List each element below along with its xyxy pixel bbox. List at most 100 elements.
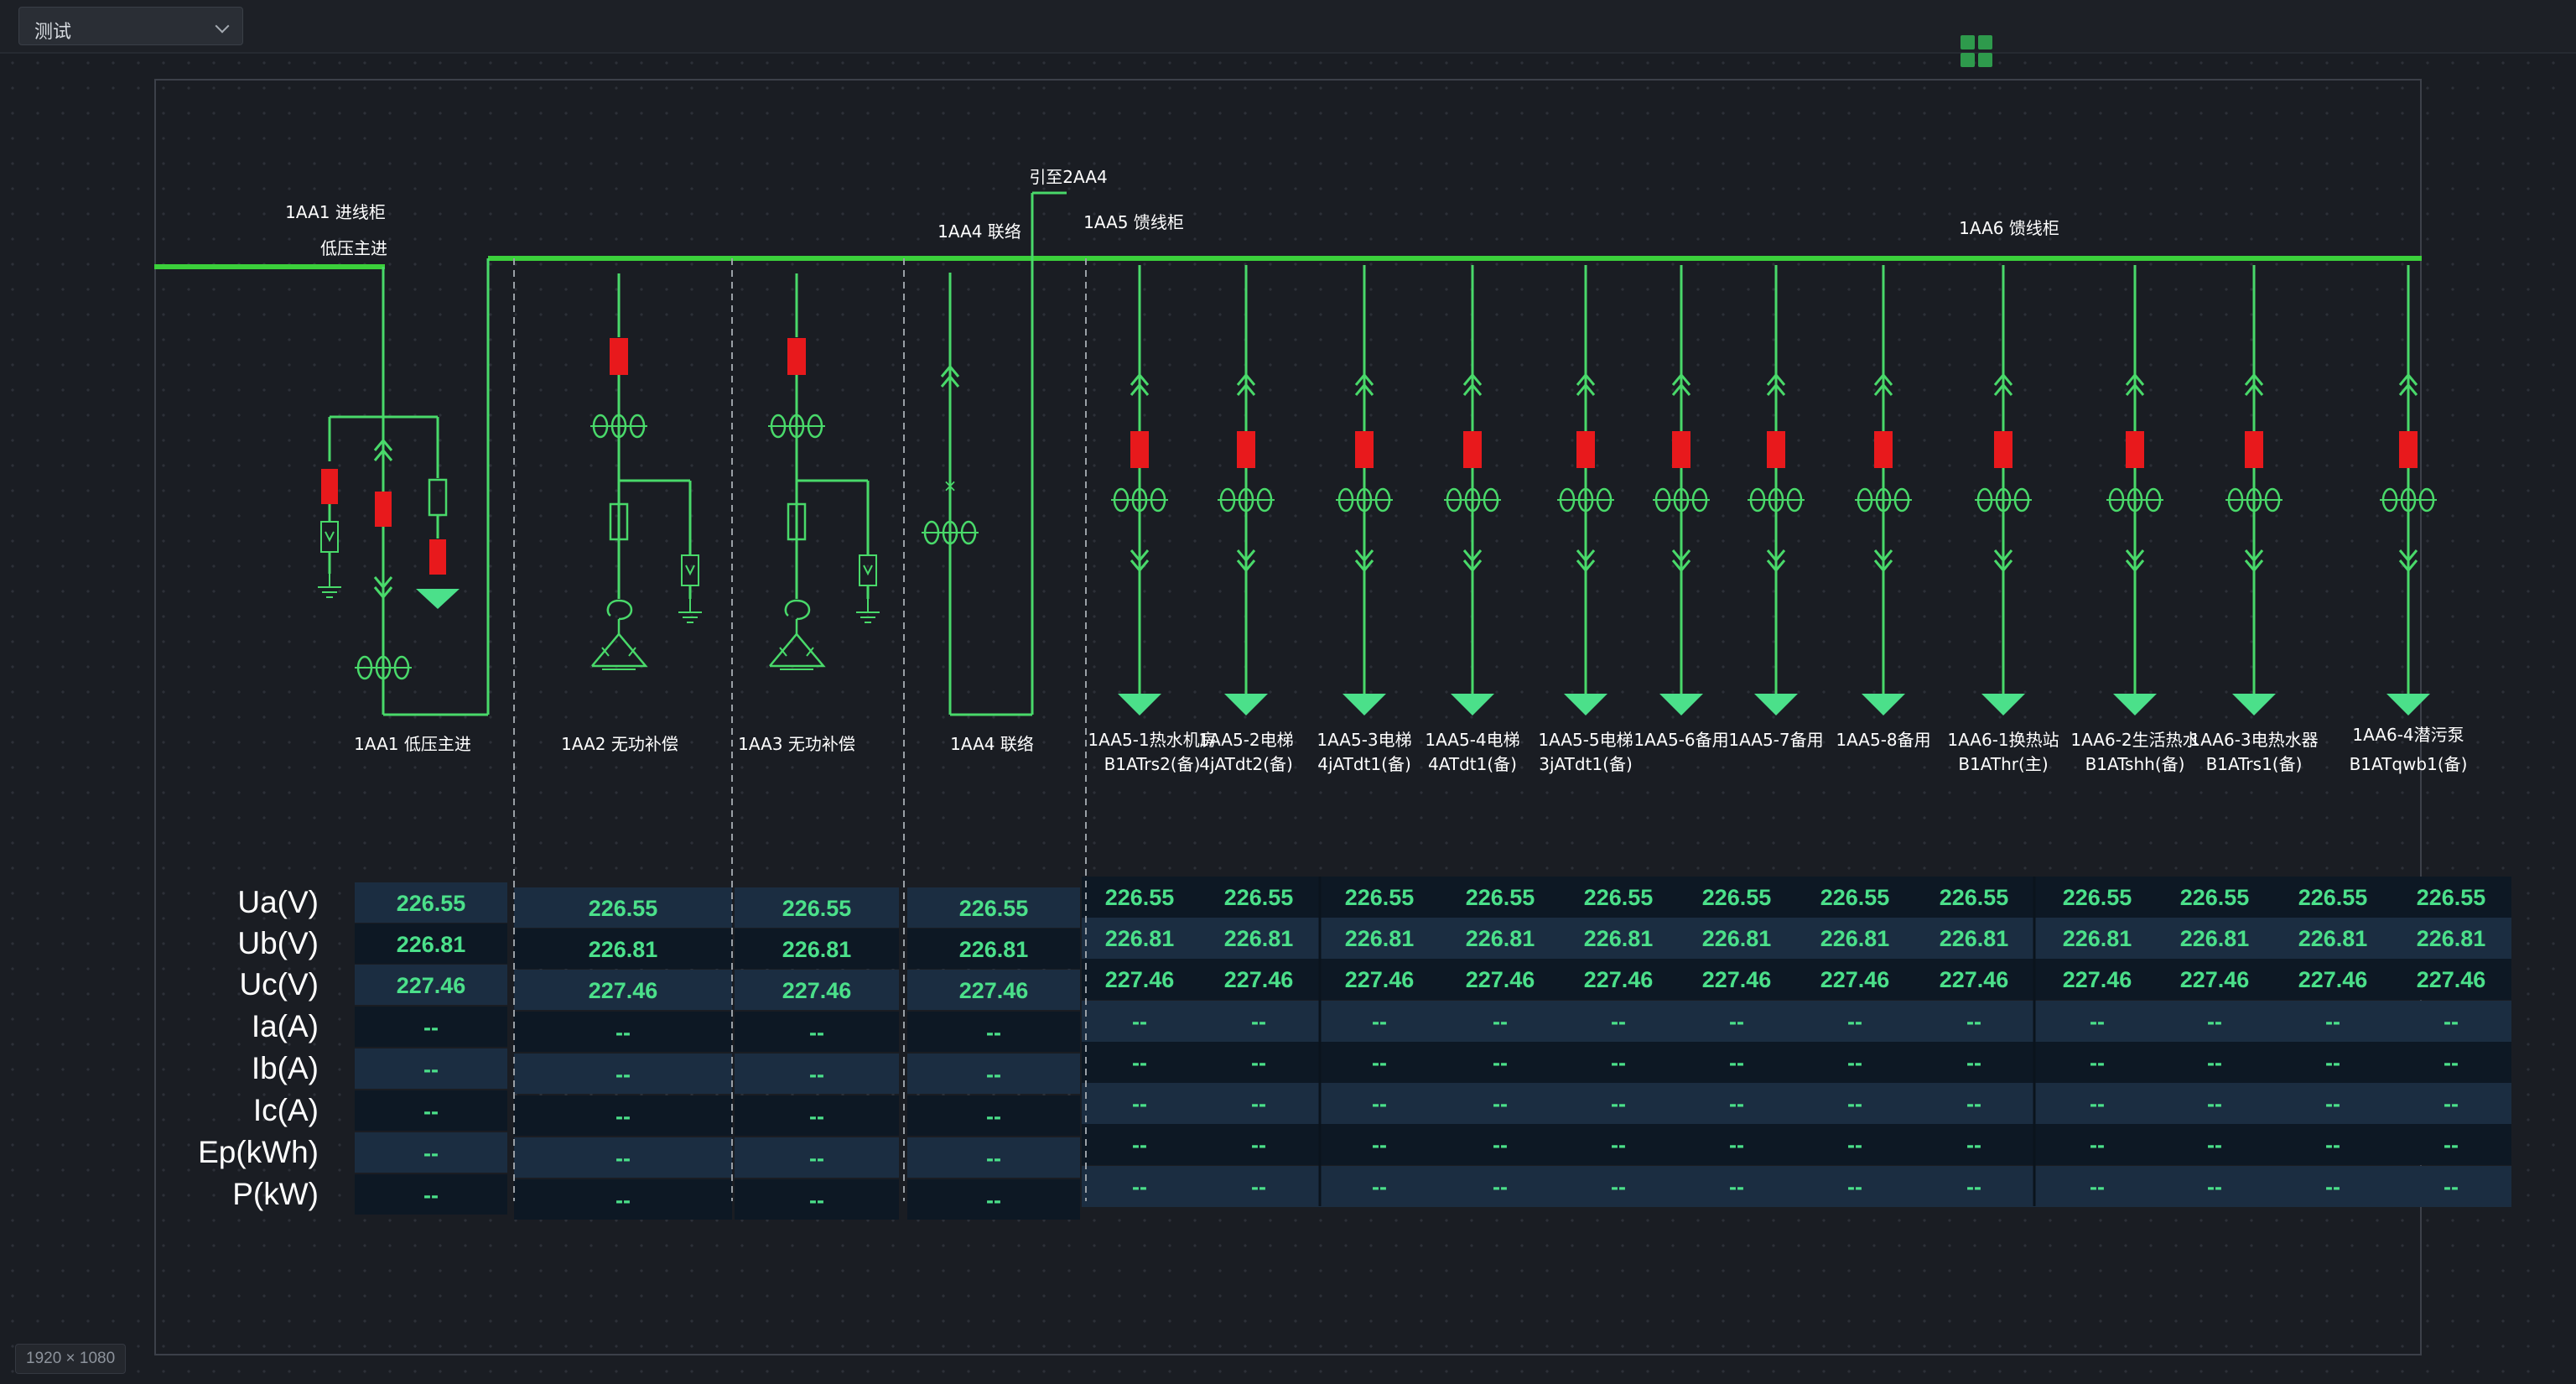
table-cell: -- [1132,1174,1147,1199]
table-cell: -- [2207,1174,2222,1199]
feeder-sublabel: B1ATrs1(备) [2206,754,2303,774]
table-cell: -- [1132,1009,1147,1034]
feeder-cabinet-1aa6-label: 1AA6 馈线柜 [1959,218,2059,238]
table-cell: 226.81 [1466,926,1535,951]
table-cell: -- [986,1104,1001,1129]
table-cell: -- [423,1141,439,1166]
table-cell: 227.46 [397,973,466,998]
table-cell: -- [1132,1091,1147,1116]
table-cell: -- [2090,1174,2105,1199]
feeder-sublabel: 4jATdt1(备) [1317,754,1411,774]
breaker-icon [1994,431,2012,468]
table-cell: -- [1611,1009,1626,1034]
arrester-icon [325,531,335,543]
feeder-sublabel: B1ATqwb1(备) [2350,754,2468,774]
table-cell: -- [2207,1132,2222,1158]
table-cell: 227.46 [2063,967,2132,992]
feeder-label: 1AA6-3电热水器 [2189,730,2318,750]
table-cell: -- [2444,1009,2459,1034]
single-line-diagram: Ua(V) Ub(V) Uc(V) Ia(A) Ib(A) Ic(A) Ep(kWh) P(k… [154,167,2511,1220]
breaker-icon [1355,431,1374,468]
feeder-label: 1AA5-6备用 [1633,730,1728,750]
table-cell: -- [1251,1009,1266,1034]
table-cell: -- [1372,1050,1387,1075]
table-cell: 227.46 [589,978,658,1003]
table-cell: 226.81 [1105,926,1175,951]
row-label: P(kW) [232,1177,319,1211]
table-cell: 226.55 [959,896,1029,921]
load-arrow-icon [1343,694,1386,715]
table-cell: 226.81 [1820,926,1890,951]
feeder-row-band [1082,1166,2511,1207]
table-cell: -- [2207,1050,2222,1075]
table-cell: 226.55 [782,896,852,921]
feeder-row-band [1082,1001,2511,1042]
table-cell: -- [809,1104,824,1129]
table-cell: -- [2090,1132,2105,1158]
feeder-sublabel: B1ATshh(备) [2085,754,2185,774]
table-cell: -- [423,1183,439,1208]
breaker-icon [610,338,628,375]
load-arrow-icon [1754,694,1798,715]
table-cell: -- [1251,1091,1266,1116]
feeder-sublabel: 4ATdt1(备) [1428,754,1517,774]
feeder-sublabel: 3jATdt1(备) [1539,754,1633,774]
arrester-icon [320,521,339,553]
table-cell: -- [2090,1091,2105,1116]
table-cell: -- [615,1104,631,1129]
table-cell: 226.81 [959,937,1029,962]
feeder-row-band [1082,918,2511,959]
table-cell: 227.46 [1345,967,1415,992]
reactor-icon [784,599,811,621]
row-label: Ia(A) [252,1009,319,1043]
table-cell: -- [1729,1050,1744,1075]
table-cell: -- [1729,1174,1744,1199]
breaker-icon [2126,431,2144,468]
table-cell: 227.46 [782,978,852,1003]
row-label: Uc(V) [239,967,319,1002]
table-cell: -- [1493,1009,1508,1034]
breaker-icon [429,539,446,575]
arrester-icon [863,565,873,576]
breaker-icon [2245,431,2263,468]
fuse-icon [428,478,448,517]
feeder-sublabel: B1AThr(主) [1958,754,2048,774]
feeder-sublabel: 4jATdt2(备) [1199,754,1293,774]
feeder-row-band [1082,959,2511,1000]
table-cell: -- [1729,1132,1744,1158]
table-cell: 226.55 [2180,885,2250,910]
table-cell: -- [1611,1091,1626,1116]
feeder-label: 1AA5-3电梯 [1317,730,1411,750]
table-cell: 227.46 [1820,967,1890,992]
table-cell: -- [986,1188,1001,1213]
feeder-label: 1AA6-4潜污泵 [2352,725,2464,745]
load-arrow-icon [1118,694,1161,715]
table-cell: -- [1251,1132,1266,1158]
feeder-cabinet-1aa5-label: 1AA5 馈线柜 [1083,212,1184,232]
load-arrow-icon [416,589,460,609]
row-label: Ib(A) [252,1051,319,1085]
measurement-table: Ua(V) Ub(V) Uc(V) Ia(A) Ib(A) Ic(A) Ep(kWh) P(k… [198,877,2511,1220]
table-cell: -- [986,1062,1001,1087]
table-cell: 227.46 [2180,967,2250,992]
incoming-sub-label: 低压主进 [320,238,387,258]
load-arrow-icon [2113,694,2157,715]
table-cell: -- [986,1146,1001,1171]
table-cell: 226.55 [1105,885,1175,910]
table-cell: -- [1966,1132,1981,1158]
table-cell: -- [1493,1174,1508,1199]
table-cell: -- [1251,1050,1266,1075]
load-arrow-icon [1224,694,1268,715]
row-label: Ep(kWh) [198,1135,319,1169]
breaker-icon [1576,431,1595,468]
table-cell: -- [1251,1174,1266,1199]
table-cell: 227.46 [1466,967,1535,992]
table-cell: 227.46 [1584,967,1654,992]
table-cell: -- [1847,1174,1862,1199]
table-cell: 226.81 [1702,926,1772,951]
table-cell: 227.46 [1940,967,2009,992]
table-cell: -- [1372,1174,1387,1199]
load-arrow-icon [1659,694,1703,715]
row-label: Ic(A) [253,1093,319,1127]
feeder-label: 1AA6-2生活热水 [2070,730,2199,750]
